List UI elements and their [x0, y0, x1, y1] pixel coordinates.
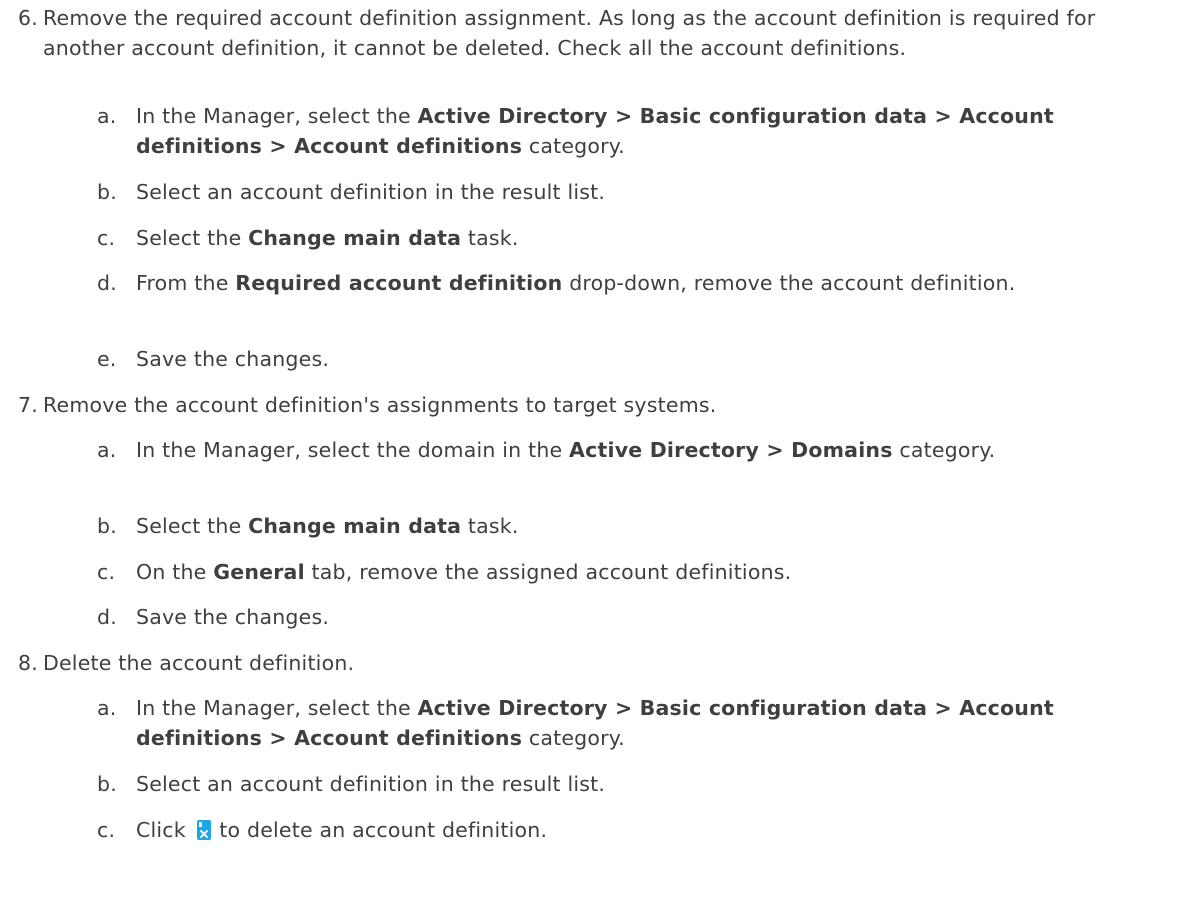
substep-text-pre: On the — [136, 560, 214, 584]
substep-text: Select an account definition in the resu… — [136, 772, 606, 796]
substep-letter: d. — [97, 605, 117, 629]
substep-text-post: task. — [461, 226, 519, 250]
step-text: Remove the required account definition a… — [43, 6, 1096, 60]
substep-text-pre: Select the — [136, 226, 249, 250]
substep-text-pre: In the Manager, select the — [136, 696, 418, 720]
substep-text-pre: Click — [136, 818, 193, 842]
substep-letter: c. — [97, 226, 116, 250]
substep-letter: d. — [97, 271, 117, 295]
substep-text-pre: In the Manager, select the — [136, 104, 418, 128]
substep-text-post: category. — [522, 134, 625, 158]
substep-text: From the Required account definition dro… — [136, 268, 1182, 298]
substep-letter: a. — [97, 438, 117, 462]
substep-letter: b. — [97, 772, 117, 796]
step-text: Remove the account definition's assignme… — [43, 393, 717, 417]
substep-letter: a. — [97, 104, 117, 128]
substep-text-post: category. — [892, 438, 996, 462]
menu-path: Active Directory > Domains — [569, 438, 893, 462]
substep-letter: b. — [97, 180, 117, 204]
tab-name: General — [213, 560, 305, 584]
document-page: 6. Remove the required account definitio… — [0, 0, 1194, 912]
step-number: 6. — [18, 6, 38, 30]
substep-text-post: drop-down, remove the account definition… — [562, 271, 1016, 295]
substep-text: In the Manager, select the Active Direct… — [136, 693, 1182, 753]
substep-text-post: to delete an account definition. — [212, 818, 548, 842]
substep-text: Save the changes. — [136, 605, 330, 629]
task-name: Change main data — [248, 514, 462, 538]
substep-text: Save the changes. — [136, 347, 330, 371]
substep-letter: e. — [97, 347, 117, 371]
step-number: 8. — [18, 651, 38, 675]
substep-letter: c. — [97, 560, 116, 584]
substep-text-pre: From the — [136, 271, 236, 295]
step-text: Delete the account definition. — [43, 651, 355, 675]
substep-text: In the Manager, select the Active Direct… — [136, 101, 1182, 161]
substep-text-pre: Select the — [136, 514, 249, 538]
step-number: 7. — [18, 393, 38, 417]
substep-text-post: task. — [461, 514, 519, 538]
substep-text: Select the Change main data task. — [136, 511, 1182, 541]
substep-text-post: tab, remove the assigned account definit… — [304, 560, 792, 584]
task-name: Change main data — [248, 226, 462, 250]
substep-text: On the General tab, remove the assigned … — [136, 557, 1182, 587]
field-name: Required account definition — [235, 271, 563, 295]
substep-text: Select an account definition in the resu… — [136, 180, 606, 204]
substep-text-post: category. — [522, 726, 625, 750]
substep-text-pre: In the Manager, select the domain in the — [136, 438, 570, 462]
substep-text: In the Manager, select the domain in the… — [136, 435, 1182, 465]
substep-text: Select the Change main data task. — [136, 223, 1182, 253]
delete-icon — [196, 820, 211, 840]
substep-text: Click to delete an account definition. — [136, 815, 1182, 845]
substep-letter: b. — [97, 514, 117, 538]
substep-letter: a. — [97, 696, 117, 720]
substep-letter: c. — [97, 818, 116, 842]
